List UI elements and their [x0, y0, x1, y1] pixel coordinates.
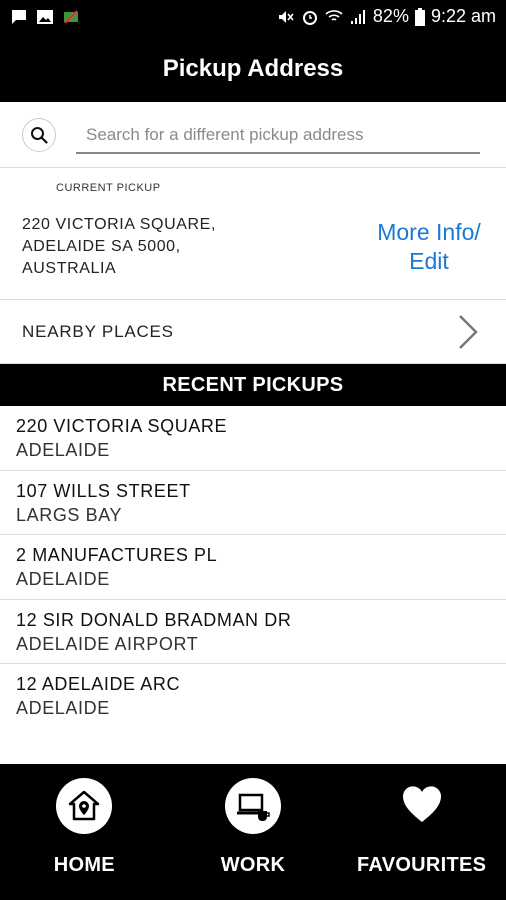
current-pickup-label: CURRENT PICKUP — [56, 182, 161, 194]
search-row — [0, 102, 506, 168]
status-right: 82% 9:22 am — [277, 6, 496, 27]
recent-pickups-header: RECENT PICKUPS — [0, 364, 506, 406]
wifi-icon — [325, 9, 343, 21]
clock: 9:22 am — [430, 6, 496, 26]
app-header: Pickup Address — [0, 36, 506, 102]
current-pickup-section: CURRENT PICKUP 220 VICTORIA SQUARE, ADEL… — [0, 168, 506, 300]
status-bar: 82% 9:22 am — [0, 0, 506, 36]
status-left-icons — [10, 8, 80, 26]
battery-icon — [414, 7, 425, 26]
page-title: Pickup Address — [162, 55, 344, 82]
heart-icon — [402, 786, 441, 822]
alarm-icon — [302, 10, 317, 25]
nearby-places-row[interactable]: NEARBY PLACES — [0, 300, 506, 364]
recent-suburb: ADELAIDE — [16, 569, 110, 589]
battery-percent: 82% — [372, 6, 409, 26]
more-info-label: More Info/ — [377, 219, 481, 245]
recent-suburb: LARGS BAY — [16, 504, 123, 525]
mute-icon — [278, 10, 294, 23]
recent-suburb: ADELAIDE — [16, 440, 110, 460]
nearby-places-label: NEARBY PLACES — [22, 322, 174, 341]
address-line: AUSTRALIA — [22, 260, 117, 277]
nav-home-label: HOME — [53, 854, 115, 876]
recent-street: 107 WILLS STREET — [16, 480, 191, 501]
work-laptop-icon — [237, 793, 270, 821]
work-button-circle — [225, 778, 281, 834]
edit-label: Edit — [409, 248, 449, 274]
signal-icon — [350, 9, 365, 24]
chevron-right-icon — [459, 315, 478, 349]
list-item[interactable]: 220 VICTORIA SQUARE ADELAIDE — [0, 406, 506, 471]
search-input[interactable] — [76, 118, 480, 154]
recent-street: 220 VICTORIA SQUARE — [16, 416, 228, 436]
search-icon — [31, 127, 48, 144]
recent-street: 2 MANUFACTURES PL — [16, 545, 218, 565]
address-line: 220 VICTORIA SQUARE, — [22, 216, 216, 233]
message-icon — [12, 10, 26, 24]
bottom-nav: HOME WORK FAVOURITES — [0, 764, 506, 900]
search-button[interactable] — [22, 118, 56, 152]
list-item[interactable]: 2 MANUFACTURES PL ADELAIDE — [0, 535, 506, 600]
address-line: ADELAIDE SA 5000, — [22, 238, 181, 255]
list-item[interactable]: 12 ADELAIDE ARC ADELAIDE — [0, 664, 506, 729]
more-info-edit-link[interactable]: More Info/ Edit — [356, 218, 502, 276]
recent-pickups-list: 220 VICTORIA SQUARE ADELAIDE 107 WILLS S… — [0, 406, 506, 729]
recent-suburb: ADELAIDE AIRPORT — [16, 633, 199, 654]
recent-suburb: ADELAIDE — [16, 698, 110, 718]
home-location-icon — [69, 790, 100, 821]
nav-work[interactable]: WORK — [169, 764, 338, 900]
list-item[interactable]: 107 WILLS STREET LARGS BAY — [0, 470, 506, 535]
recent-street: 12 SIR DONALD BRADMAN DR — [16, 609, 292, 630]
recent-street: 12 ADELAIDE ARC — [16, 674, 181, 694]
nav-favourites-label: FAVOURITES — [357, 854, 487, 876]
home-button-circle — [56, 778, 113, 834]
nav-work-label: WORK — [220, 854, 286, 876]
current-pickup-address: 220 VICTORIA SQUARE, ADELAIDE SA 5000, A… — [22, 214, 282, 280]
nav-favourites[interactable]: FAVOURITES — [337, 764, 506, 900]
list-item[interactable]: 12 SIR DONALD BRADMAN DR ADELAIDE AIRPOR… — [0, 599, 506, 664]
app-notification-icon — [64, 10, 78, 24]
nav-home[interactable]: HOME — [0, 764, 169, 900]
image-icon — [37, 10, 53, 24]
